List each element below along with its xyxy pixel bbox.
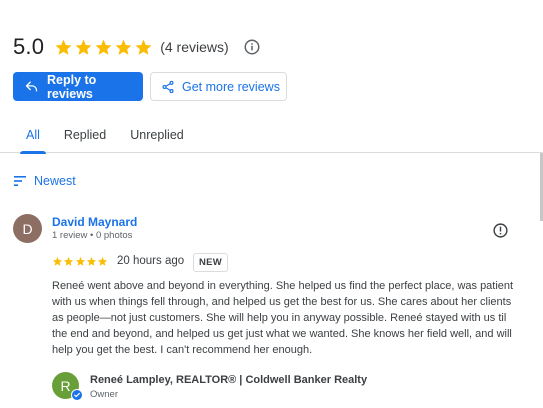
reviewer-avatar: D xyxy=(13,214,42,243)
owner-name: Reneé Lampley, REALTOR® | Coldwell Banke… xyxy=(90,374,368,386)
rating-summary: 5.0 (4 reviews) xyxy=(13,34,261,60)
rating-stars xyxy=(54,38,154,57)
sort-button[interactable]: Newest xyxy=(14,172,76,189)
star-icon xyxy=(98,256,108,266)
reply-to-reviews-button[interactable]: Reply to reviews xyxy=(13,72,143,101)
get-more-reviews-label: Get more reviews xyxy=(182,79,280,94)
report-icon[interactable] xyxy=(492,222,509,239)
rating-value: 5.0 xyxy=(13,34,45,59)
star-icon xyxy=(52,256,63,266)
owner-role: Owner xyxy=(90,389,118,400)
review-filter-tabs: All Replied Unreplied xyxy=(0,116,543,154)
star-icon xyxy=(55,39,72,55)
star-icon xyxy=(75,39,92,55)
star-icon xyxy=(115,39,132,55)
star-icon xyxy=(95,39,112,55)
star-icon xyxy=(64,256,74,266)
star-icon xyxy=(75,256,85,266)
reply-to-reviews-label: Reply to reviews xyxy=(47,72,97,101)
reply-icon xyxy=(24,79,39,94)
review-time: 20 hours ago xyxy=(117,255,185,267)
review-count: (4 reviews) xyxy=(160,39,229,55)
reviewer-meta: 1 review • 0 photos xyxy=(52,230,133,241)
sort-icon xyxy=(14,175,27,187)
new-badge: NEW xyxy=(193,253,229,272)
reviewer-name[interactable]: David Maynard xyxy=(52,215,137,229)
share-icon xyxy=(161,80,175,94)
review-text: Reneé went above and beyond in everythin… xyxy=(52,280,514,356)
sort-label: Newest xyxy=(34,173,76,188)
tab-unreplied[interactable]: Unreplied xyxy=(130,116,184,153)
review-stars xyxy=(52,256,108,267)
verified-check-icon xyxy=(71,389,83,401)
star-icon xyxy=(86,256,96,266)
get-more-reviews-button[interactable]: Get more reviews xyxy=(150,72,287,101)
info-icon[interactable] xyxy=(243,38,261,56)
tab-replied[interactable]: Replied xyxy=(64,116,106,153)
tab-all[interactable]: All xyxy=(20,116,46,154)
star-icon xyxy=(135,39,152,55)
